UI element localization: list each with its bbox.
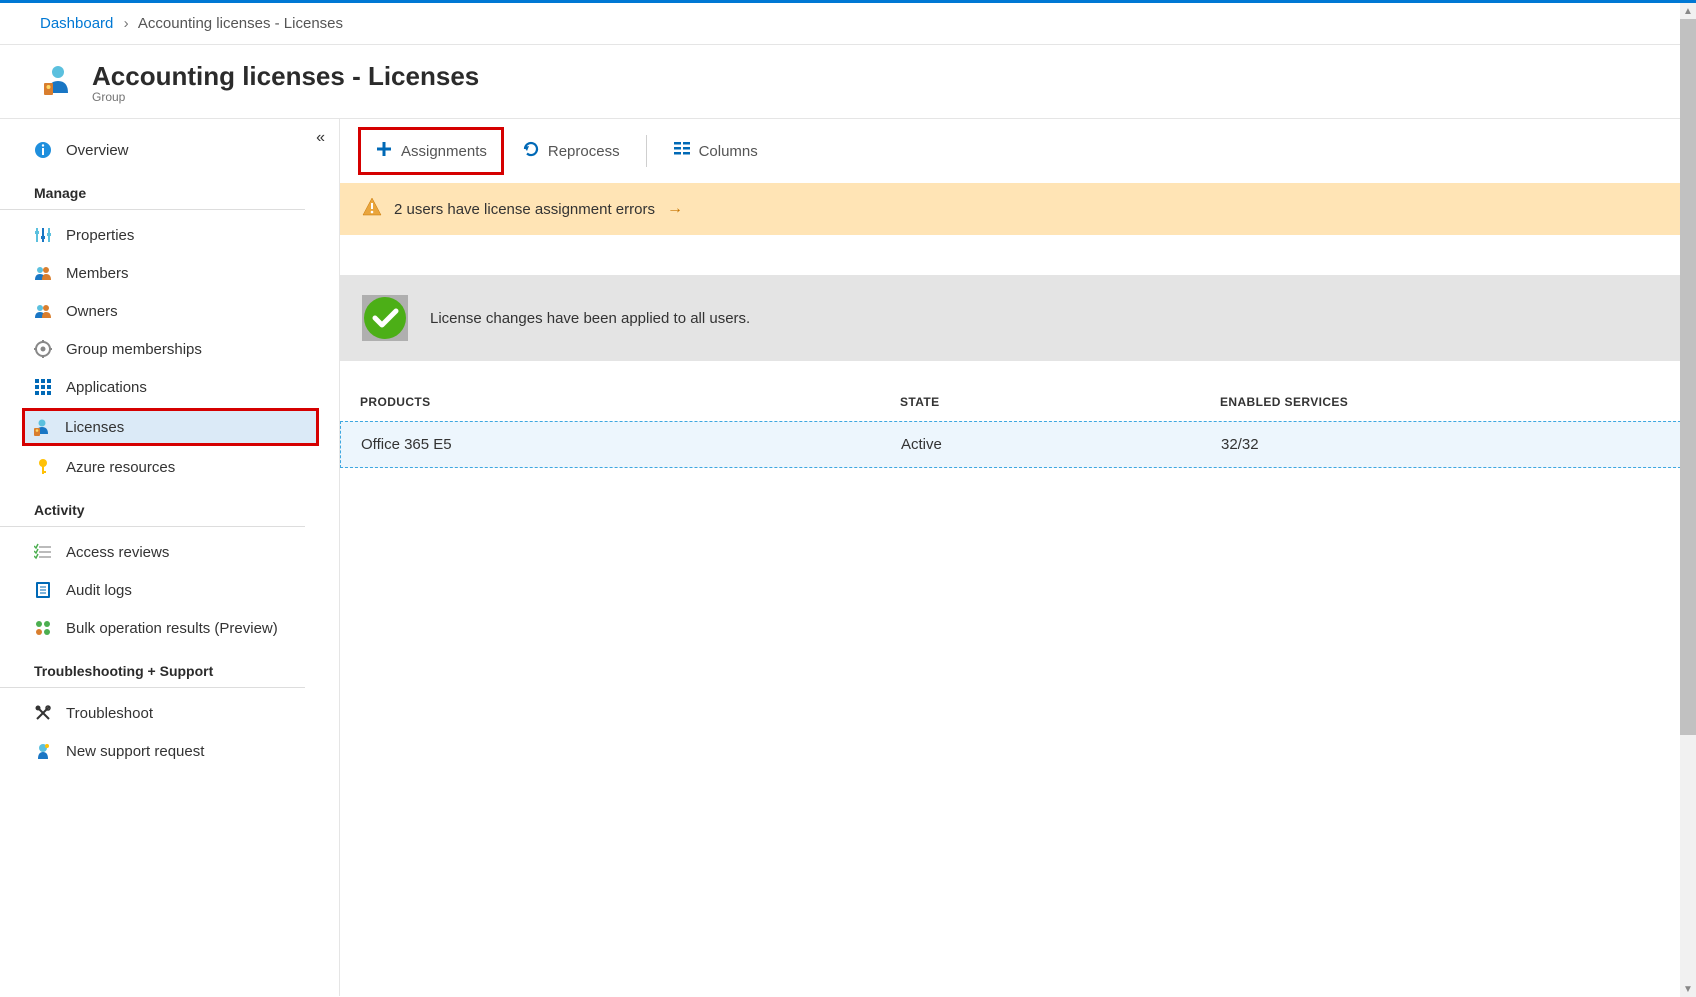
main-content: Assignments Reprocess Columns 2 users ha… (340, 119, 1696, 996)
breadcrumb: Dashboard › Accounting licenses - Licens… (0, 3, 1696, 44)
warning-text: 2 users have license assignment errors (394, 201, 655, 218)
warning-icon (362, 197, 382, 221)
success-check-icon (362, 295, 408, 341)
sidebar-item-label: New support request (66, 743, 204, 760)
log-icon (34, 581, 52, 599)
status-text: License changes have been applied to all… (430, 310, 750, 327)
scrollbar-thumb[interactable] (1680, 19, 1696, 735)
sidebar-item-bulk-operations[interactable]: Bulk operation results (Preview) (0, 609, 339, 647)
sidebar-item-label: Properties (66, 227, 134, 244)
sliders-icon (34, 226, 52, 244)
support-icon (34, 742, 52, 760)
gear-icon (34, 340, 52, 358)
sidebar-item-label: Azure resources (66, 459, 175, 476)
page-subtitle: Group (92, 90, 479, 104)
sidebar-item-access-reviews[interactable]: Access reviews (0, 533, 339, 571)
scroll-up-icon[interactable]: ▲ (1680, 3, 1696, 19)
licenses-table: PRODUCTS STATE ENABLED SERVICES Office 3… (340, 395, 1696, 468)
column-header-products[interactable]: PRODUCTS (360, 395, 900, 409)
cell-enabled-services: 32/32 (1221, 436, 1675, 453)
refresh-icon (522, 140, 540, 162)
apps-grid-icon (34, 378, 52, 396)
reprocess-button[interactable]: Reprocess (508, 130, 634, 172)
sidebar-item-new-support-request[interactable]: New support request (0, 732, 339, 770)
breadcrumb-root[interactable]: Dashboard (40, 15, 113, 32)
sidebar-item-members[interactable]: Members (0, 254, 339, 292)
page-header: Accounting licenses - Licenses Group (0, 45, 1696, 119)
sidebar-item-label: Licenses (65, 419, 124, 436)
license-icon (33, 418, 51, 436)
table-row[interactable]: Office 365 E5 Active 32/32 (340, 421, 1696, 468)
cell-state: Active (901, 436, 1221, 453)
sidebar-item-label: Audit logs (66, 582, 132, 599)
breadcrumb-current: Accounting licenses - Licenses (138, 15, 343, 32)
toolbar-divider (646, 135, 647, 167)
sidebar-item-group-memberships[interactable]: Group memberships (0, 330, 339, 368)
sidebar-item-label: Members (66, 265, 129, 282)
sidebar-section-troubleshooting: Troubleshooting + Support (0, 647, 305, 688)
sidebar-item-label: Applications (66, 379, 147, 396)
sidebar-item-label: Overview (66, 142, 129, 159)
members-icon (34, 264, 52, 282)
sidebar-section-manage: Manage (0, 169, 305, 210)
sidebar-item-label: Troubleshoot (66, 705, 153, 722)
table-header-row: PRODUCTS STATE ENABLED SERVICES (340, 395, 1696, 421)
sidebar-section-activity: Activity (0, 486, 305, 527)
sidebar-item-azure-resources[interactable]: Azure resources (0, 448, 339, 486)
key-icon (34, 458, 52, 476)
vertical-scrollbar[interactable]: ▲ ▼ (1680, 3, 1696, 997)
toolbar-label: Reprocess (548, 143, 620, 160)
owners-icon (34, 302, 52, 320)
sidebar-item-label: Group memberships (66, 341, 202, 358)
columns-button[interactable]: Columns (659, 130, 772, 172)
sidebar-item-applications[interactable]: Applications (0, 368, 339, 406)
sidebar-item-label: Bulk operation results (Preview) (66, 620, 278, 637)
sidebar-item-audit-logs[interactable]: Audit logs (0, 571, 339, 609)
plus-icon (375, 140, 393, 162)
page-title: Accounting licenses - Licenses (92, 61, 479, 92)
bulk-ops-icon (34, 619, 52, 637)
cell-product: Office 365 E5 (361, 436, 901, 453)
columns-icon (673, 140, 691, 162)
status-banner: License changes have been applied to all… (340, 275, 1696, 361)
sidebar-item-properties[interactable]: Properties (0, 216, 339, 254)
checklist-icon (34, 543, 52, 561)
warning-banner[interactable]: 2 users have license assignment errors → (340, 183, 1696, 235)
toolbar-label: Columns (699, 143, 758, 160)
sidebar-item-licenses[interactable]: Licenses (22, 408, 319, 446)
sidebar: « Overview Manage Properties Members Own (0, 119, 340, 996)
sidebar-item-label: Owners (66, 303, 118, 320)
sidebar-item-troubleshoot[interactable]: Troubleshoot (0, 694, 339, 732)
info-icon (34, 141, 52, 159)
sidebar-item-overview[interactable]: Overview (0, 131, 339, 169)
toolbar: Assignments Reprocess Columns (340, 119, 1696, 183)
tools-icon (34, 704, 52, 722)
chevron-right-icon: › (124, 15, 129, 32)
column-header-enabled-services[interactable]: ENABLED SERVICES (1220, 395, 1676, 409)
sidebar-item-owners[interactable]: Owners (0, 292, 339, 330)
toolbar-label: Assignments (401, 143, 487, 160)
assignments-button[interactable]: Assignments (358, 127, 504, 175)
collapse-sidebar-button[interactable]: « (316, 129, 325, 147)
arrow-right-icon: → (667, 200, 683, 218)
group-licenses-icon (40, 63, 76, 102)
scroll-down-icon[interactable]: ▼ (1680, 981, 1696, 997)
column-header-state[interactable]: STATE (900, 395, 1220, 409)
sidebar-item-label: Access reviews (66, 544, 169, 561)
